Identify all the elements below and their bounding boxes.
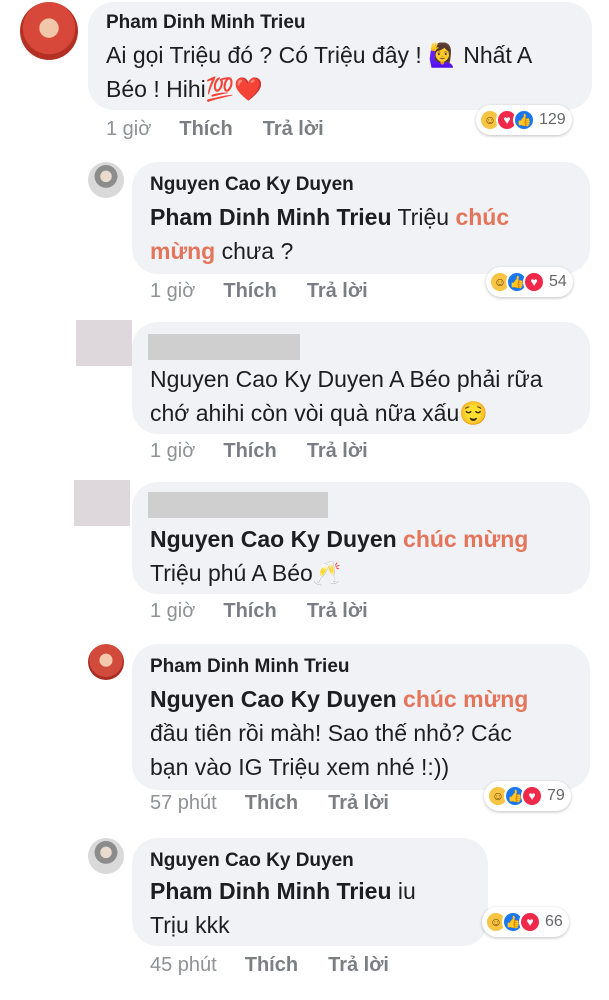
highlight-text: chúc mừng bbox=[403, 526, 529, 552]
comment-author[interactable]: Pham Dinh Minh Trieu bbox=[150, 656, 350, 678]
love-icon: ♥ bbox=[523, 271, 545, 293]
reaction-count: 129 bbox=[539, 111, 566, 128]
comment-text: Nguyen Cao Ky Duyen chúc mừng Triệu phú … bbox=[150, 522, 586, 590]
avatar[interactable] bbox=[74, 480, 130, 526]
comment-actions: 45 phút Thích Trả lời bbox=[150, 954, 389, 977]
reply-button[interactable]: Trả lời bbox=[307, 280, 368, 303]
comment-time[interactable]: 1 giờ bbox=[106, 118, 151, 141]
comment-time[interactable]: 57 phút bbox=[150, 792, 217, 815]
mention-link[interactable]: Nguyen Cao Ky Duyen bbox=[150, 526, 397, 552]
like-icon: 👍 bbox=[513, 109, 535, 131]
avatar[interactable] bbox=[20, 2, 78, 60]
comment-text: Nguyen Cao Ky Duyen chúc mừng đầu tiên r… bbox=[150, 686, 529, 780]
comment-actions: 57 phút Thích Trả lời bbox=[150, 792, 389, 815]
love-icon: ♥ bbox=[521, 785, 543, 807]
reaction-summary[interactable]: ☺ ♥ 👍 129 bbox=[476, 105, 572, 135]
comment-time[interactable]: 45 phút bbox=[150, 954, 217, 977]
highlight-text: mừng bbox=[150, 238, 216, 264]
emoji: 😌 bbox=[459, 400, 488, 426]
emoji: 💯❤️ bbox=[205, 76, 263, 102]
avatar[interactable] bbox=[88, 644, 124, 680]
comment-text: Nguyen Cao Ky Duyen A Béo phải rữa chớ a… bbox=[150, 362, 586, 430]
reaction-count: 79 bbox=[547, 787, 565, 804]
reaction-summary[interactable]: ☺ 👍 ♥ 54 bbox=[486, 267, 573, 297]
comment-actions: 1 giờ Thích Trả lời bbox=[150, 600, 368, 623]
avatar[interactable] bbox=[76, 320, 132, 366]
highlight-text: chúc bbox=[455, 204, 510, 230]
comment-time[interactable]: 1 giờ bbox=[150, 440, 195, 463]
reply-button[interactable]: Trả lời bbox=[328, 792, 389, 815]
comment-actions: 1 giờ Thích Trả lời bbox=[150, 280, 368, 303]
like-button[interactable]: Thích bbox=[245, 954, 298, 977]
redacted-author bbox=[148, 492, 328, 518]
comment-text: Pham Dinh Minh Trieu Triệu chúc mừng chư… bbox=[150, 204, 510, 264]
comment-time[interactable]: 1 giờ bbox=[150, 600, 195, 623]
reaction-count: 66 bbox=[545, 913, 563, 930]
comment-actions: 1 giờ Thích Trả lời bbox=[150, 440, 368, 463]
comment-time[interactable]: 1 giờ bbox=[150, 280, 195, 303]
reply-button[interactable]: Trả lời bbox=[307, 600, 368, 623]
like-button[interactable]: Thích bbox=[245, 792, 298, 815]
avatar[interactable] bbox=[88, 162, 124, 198]
reply-button[interactable]: Trả lời bbox=[307, 440, 368, 463]
comment-author[interactable]: Nguyen Cao Ky Duyen bbox=[150, 174, 354, 196]
reaction-summary[interactable]: ☺ 👍 ♥ 66 bbox=[482, 907, 569, 937]
comment-author[interactable]: Pham Dinh Minh Trieu bbox=[106, 12, 306, 34]
like-button[interactable]: Thích bbox=[223, 600, 276, 623]
emoji: 🙋‍♀️ bbox=[428, 42, 457, 68]
like-button[interactable]: Thích bbox=[223, 280, 276, 303]
like-button[interactable]: Thích bbox=[179, 118, 232, 141]
reply-button[interactable]: Trả lời bbox=[263, 118, 324, 141]
redacted-author bbox=[148, 334, 300, 360]
love-icon: ♥ bbox=[519, 911, 541, 933]
reaction-count: 54 bbox=[549, 273, 567, 290]
comment-text: Pham Dinh Minh Trieu iu Trịu kkk bbox=[150, 878, 416, 938]
reaction-summary[interactable]: ☺ 👍 ♥ 79 bbox=[484, 781, 571, 811]
mention-link[interactable]: Nguyen Cao Ky Duyen bbox=[150, 686, 397, 712]
like-button[interactable]: Thích bbox=[223, 440, 276, 463]
comment-text: Ai gọi Triệu đó ? Có Triệu đây ! 🙋‍♀️ Nh… bbox=[106, 38, 586, 106]
avatar[interactable] bbox=[88, 838, 124, 874]
mention-link[interactable]: Pham Dinh Minh Trieu bbox=[150, 204, 392, 230]
highlight-text: chúc mừng bbox=[403, 686, 529, 712]
mention-link[interactable]: Pham Dinh Minh Trieu bbox=[150, 878, 392, 904]
comment-actions: 1 giờ Thích Trả lời bbox=[106, 118, 324, 141]
reply-button[interactable]: Trả lời bbox=[328, 954, 389, 977]
comment-author[interactable]: Nguyen Cao Ky Duyen bbox=[150, 850, 354, 872]
emoji: 🥂 bbox=[312, 560, 342, 586]
